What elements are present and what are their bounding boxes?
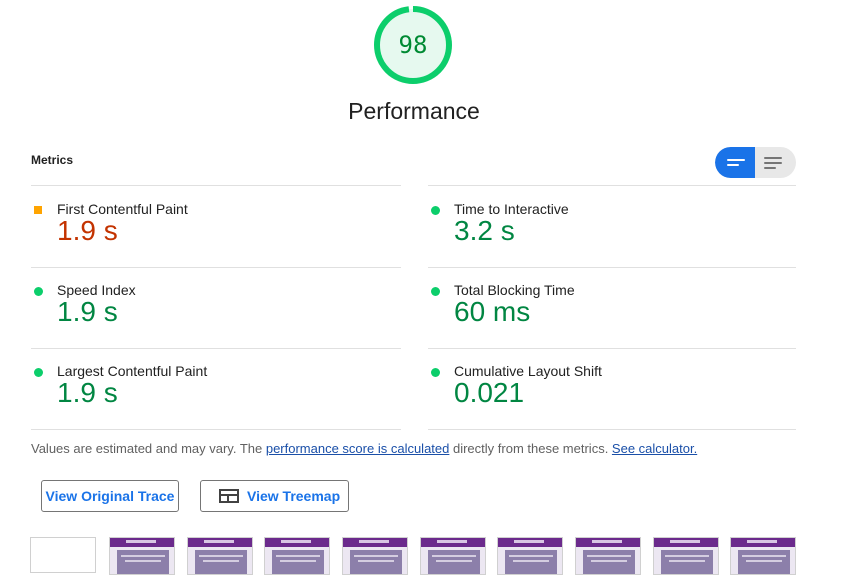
detailed-view-button[interactable] bbox=[755, 147, 796, 178]
treemap-icon bbox=[219, 489, 239, 503]
metric-cumulative-layout-shift: Cumulative Layout Shift 0.021 bbox=[428, 363, 798, 423]
performance-score: 98 bbox=[398, 31, 428, 59]
filmstrip-frame bbox=[575, 537, 641, 575]
metric-time-to-interactive: Time to Interactive 3.2 s bbox=[428, 201, 798, 261]
metric-largest-contentful-paint: Largest Contentful Paint 1.9 s bbox=[31, 363, 401, 423]
filmstrip-frame bbox=[420, 537, 486, 575]
metrics-divider bbox=[428, 348, 796, 349]
summary-view-button[interactable] bbox=[715, 147, 755, 178]
metric-first-contentful-paint: First Contentful Paint 1.9 s bbox=[31, 201, 401, 261]
view-original-trace-button[interactable]: View Original Trace bbox=[41, 480, 179, 512]
metric-total-blocking-time: Total Blocking Time 60 ms bbox=[428, 282, 798, 342]
footnote-text: Values are estimated and may vary. The bbox=[31, 441, 266, 456]
filmstrip-frame bbox=[264, 537, 330, 575]
metrics-footnote: Values are estimated and may vary. The p… bbox=[31, 441, 697, 456]
view-treemap-button[interactable]: View Treemap bbox=[200, 480, 349, 512]
metrics-title: Metrics bbox=[31, 153, 74, 167]
filmstrip-frame bbox=[653, 537, 719, 575]
gauge-title: Performance bbox=[348, 98, 480, 124]
metric-value: 1.9 s bbox=[57, 215, 118, 246]
pass-indicator-icon bbox=[431, 368, 440, 377]
filmstrip-frame bbox=[187, 537, 253, 575]
metric-value: 1.9 s bbox=[57, 377, 118, 408]
metric-value: 60 ms bbox=[454, 296, 531, 327]
pass-indicator-icon bbox=[431, 287, 440, 296]
filmstrip-frame bbox=[342, 537, 408, 575]
filmstrip-frame bbox=[109, 537, 175, 575]
filmstrip bbox=[0, 537, 848, 575]
view-treemap-label: View Treemap bbox=[247, 488, 341, 504]
metric-value: 3.2 s bbox=[454, 215, 515, 246]
pass-indicator-icon bbox=[34, 287, 43, 296]
pass-indicator-icon bbox=[431, 206, 440, 215]
metrics-divider bbox=[31, 267, 401, 268]
metrics-divider bbox=[428, 429, 796, 430]
metric-speed-index: Speed Index 1.9 s bbox=[31, 282, 401, 342]
metrics-view-toggle[interactable] bbox=[715, 147, 796, 178]
score-calculation-link[interactable]: performance score is calculated bbox=[266, 441, 450, 456]
see-calculator-link[interactable]: See calculator. bbox=[612, 441, 697, 456]
pass-indicator-icon bbox=[34, 368, 43, 377]
metrics-divider bbox=[31, 185, 401, 186]
metrics-divider bbox=[31, 429, 401, 430]
filmstrip-frame bbox=[730, 537, 796, 575]
metrics-divider bbox=[428, 267, 796, 268]
metrics-divider bbox=[428, 185, 796, 186]
metrics-divider bbox=[31, 348, 401, 349]
filmstrip-frame-blank bbox=[30, 537, 96, 573]
metric-value: 1.9 s bbox=[57, 296, 118, 327]
filmstrip-frame bbox=[497, 537, 563, 575]
metric-value: 0.021 bbox=[454, 377, 525, 408]
footnote-text: directly from these metrics. bbox=[449, 441, 612, 456]
average-indicator-icon bbox=[34, 206, 42, 214]
